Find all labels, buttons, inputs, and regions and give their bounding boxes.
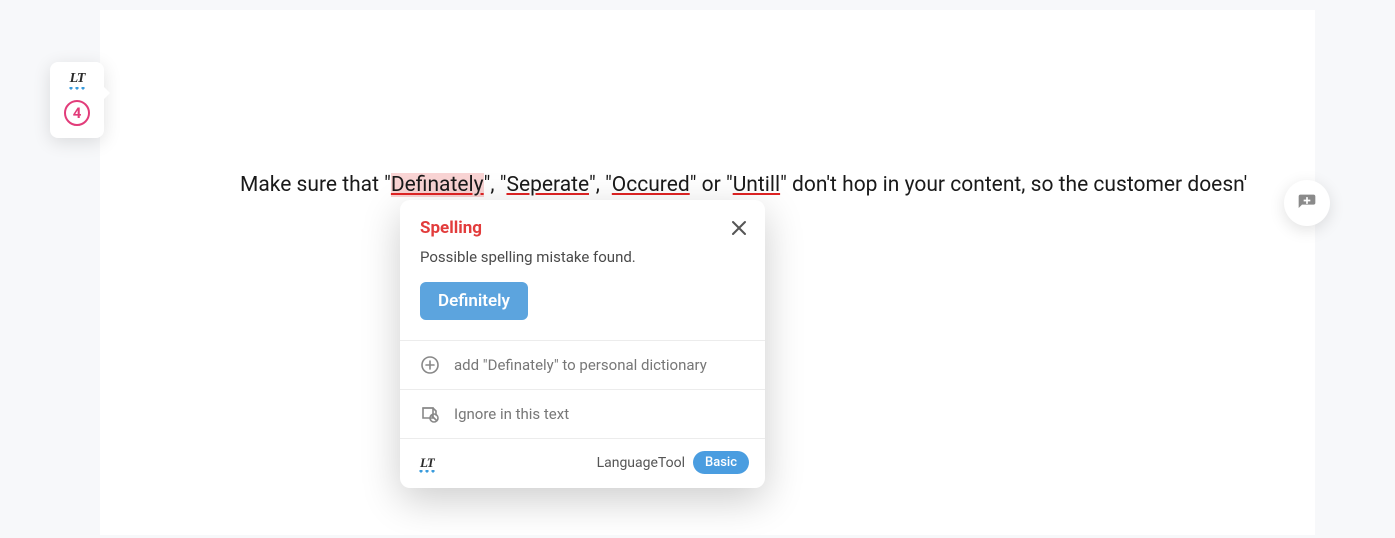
ignore-button[interactable]: Ignore in this text: [400, 389, 765, 438]
popup-header: Spelling: [400, 200, 765, 238]
popup-suggestions: Definitely: [400, 266, 765, 340]
popup-message: Possible spelling mistake found.: [400, 238, 765, 266]
spelling-error[interactable]: Occured: [612, 173, 690, 197]
text-segment: Make sure that ": [240, 173, 391, 197]
app-frame: Make sure that "Definately", "Seperate",…: [10, 0, 1385, 535]
languagetool-logo-icon: LT: [70, 72, 85, 86]
languagetool-sidebar-widget[interactable]: LT 4: [50, 62, 104, 138]
spelling-error-highlighted[interactable]: Definately: [391, 173, 484, 197]
popup-title: Spelling: [420, 218, 745, 238]
plan-badge[interactable]: Basic: [693, 451, 749, 474]
popup-footer: LT LanguageTool Basic: [400, 438, 765, 488]
text-segment: " don't hop in your content, so the cust…: [780, 173, 1247, 197]
ignore-icon: [420, 404, 440, 424]
close-button[interactable]: [725, 214, 753, 242]
suggestion-button[interactable]: Definitely: [420, 282, 528, 320]
close-icon: [731, 220, 747, 236]
spelling-popup: Spelling Possible spelling mistake found…: [400, 200, 765, 488]
error-count-badge[interactable]: 4: [64, 100, 90, 126]
text-segment: ", ": [484, 173, 507, 197]
languagetool-logo-icon: LT: [420, 456, 434, 469]
add-to-dictionary-button[interactable]: add "Definately" to personal dictionary: [400, 340, 765, 389]
text-segment: " or ": [690, 173, 733, 197]
document-text[interactable]: Make sure that "Definately", "Seperate",…: [240, 170, 1250, 200]
add-comment-button[interactable]: [1284, 180, 1330, 226]
add-to-dictionary-label: add "Definately" to personal dictionary: [454, 356, 707, 374]
brand-label: LanguageTool: [597, 455, 685, 471]
add-comment-icon: [1297, 193, 1317, 213]
plus-circle-icon: [420, 355, 440, 375]
spelling-error[interactable]: Untill: [733, 173, 780, 197]
ignore-label: Ignore in this text: [454, 405, 569, 423]
text-segment: ", ": [589, 173, 612, 197]
spelling-error[interactable]: Seperate: [506, 173, 589, 197]
